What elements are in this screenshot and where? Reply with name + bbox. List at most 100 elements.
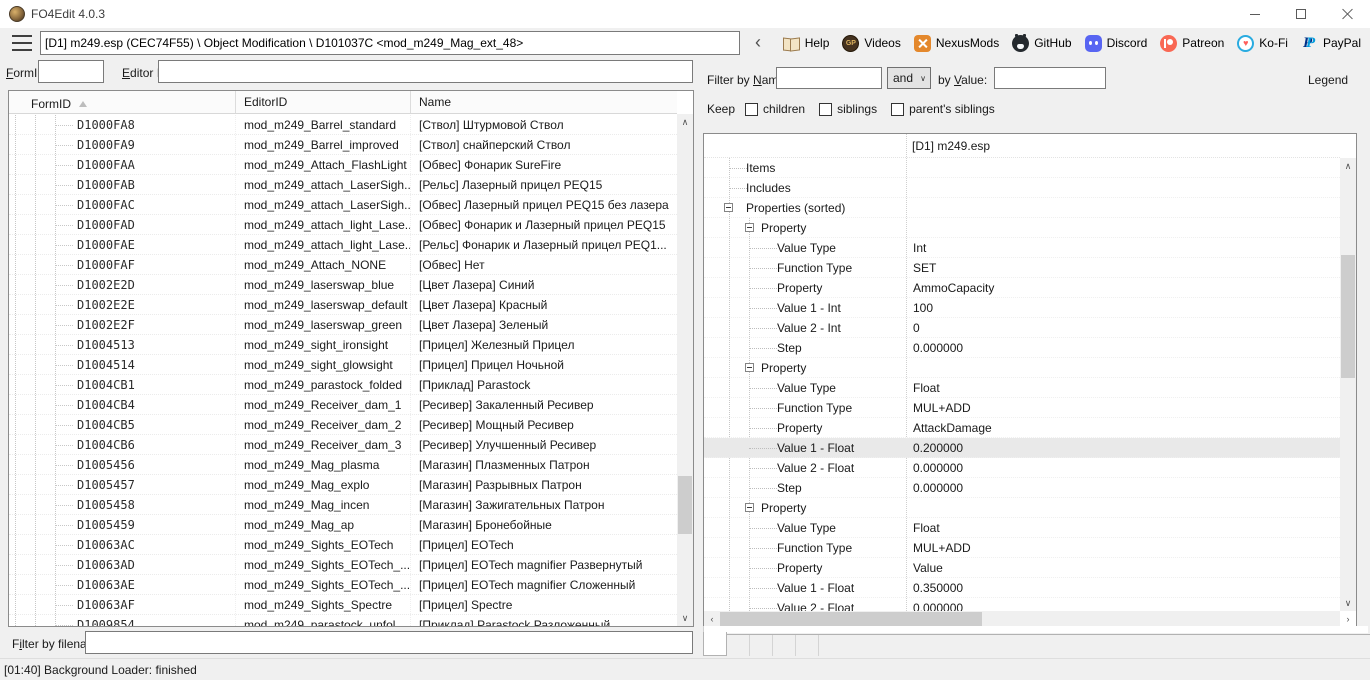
[Рельс] Фонарик и Лазерный прицел PEQ1...[interactable]: D1000FAE mod_m249_attach_light_Lase... [… <box>9 235 677 255</box>
kofi-link[interactable]: Ko-Fi <box>1237 35 1288 52</box>
tree-row[interactable]: PropertyValue <box>704 558 1340 578</box>
tree-row[interactable]: Value 1 - Int100 <box>704 298 1340 318</box>
tree-vertical-scrollbar[interactable]: ∧ ∨ <box>1340 158 1356 611</box>
tree-row[interactable]: Value 2 - Float0.000000 <box>704 458 1340 478</box>
tab[interactable] <box>750 635 773 656</box>
tree-row[interactable]: Value TypeFloat <box>704 378 1340 398</box>
[Приклад] Parastock Разложенный[interactable]: D1009854 mod_m249_parastock_unfol... [Пр… <box>9 615 677 626</box>
tab[interactable] <box>796 635 819 656</box>
[Прицел] Spectre[interactable]: D10063AF mod_m249_Sights_Spectre [Прицел… <box>9 595 677 615</box>
scrollbar-thumb[interactable] <box>720 612 982 626</box>
tree-row[interactable]: Value 2 - Int0 <box>704 318 1340 338</box>
[Ресивер] Улучшенный Ресивер[interactable]: D1004CB6 mod_m249_Receiver_dam_3 [Ресиве… <box>9 435 677 455</box>
[Прицел] EOTech[interactable]: D10063AC mod_m249_Sights_EOTech [Прицел]… <box>9 535 677 555</box>
[Магазин] Разрывных Патрон[interactable]: D1005457 mod_m249_Mag_explo [Магазин] Ра… <box>9 475 677 495</box>
tree-row[interactable]: Property <box>704 218 1340 238</box>
scroll-right-icon[interactable]: › <box>1340 611 1356 627</box>
collapse-toggle-icon[interactable] <box>724 203 733 212</box>
[Обвес] Лазерный прицел PEQ15 без лазера[interactable]: D1000FAC mod_m249_attach_LaserSigh... [О… <box>9 195 677 215</box>
close-button[interactable] <box>1324 0 1370 28</box>
github-link[interactable]: GitHub <box>1012 35 1071 52</box>
formid-input[interactable] <box>38 60 104 83</box>
breadcrumb[interactable] <box>40 31 740 55</box>
tree-row[interactable]: Items <box>704 158 1340 178</box>
tree-row[interactable]: Value TypeInt <box>704 238 1340 258</box>
tree-row[interactable]: Includes <box>704 178 1340 198</box>
collapse-toggle-icon[interactable] <box>745 223 754 232</box>
editorid-input[interactable] <box>158 60 693 83</box>
[Прицел] EOTech magnifier Сложенный[interactable]: D10063AE mod_m249_Sights_EOTech_... [При… <box>9 575 677 595</box>
nexusmods-link[interactable]: NexusMods <box>914 35 999 52</box>
[Цвет Лазера] Зеленый[interactable]: D1002E2F mod_m249_laserswap_green [Цвет … <box>9 315 677 335</box>
tree-row[interactable]: Property <box>704 498 1340 518</box>
table-vertical-scrollbar[interactable]: ∧ ∨ <box>677 114 693 626</box>
scroll-down-icon[interactable]: ∨ <box>1340 595 1356 611</box>
tree-horizontal-scrollbar[interactable]: ‹ › <box>704 611 1340 627</box>
scrollbar-thumb[interactable] <box>1341 255 1355 378</box>
[Прицел] EOTech magnifier Развернутый[interactable]: D10063AD mod_m249_Sights_EOTech_... [При… <box>9 555 677 575</box>
tree-row[interactable]: PropertyAttackDamage <box>704 418 1340 438</box>
[Магазин] Зажигательных Патрон[interactable]: D1005458 mod_m249_Mag_incen [Магазин] За… <box>9 495 677 515</box>
[Ресивер] Закаленный Ресивер[interactable]: D1004CB4 mod_m249_Receiver_dam_1 [Ресиве… <box>9 395 677 415</box>
filter-by-value-input[interactable] <box>994 67 1106 89</box>
maximize-button[interactable] <box>1278 0 1324 28</box>
tree-row[interactable]: Value TypeFloat <box>704 518 1340 538</box>
help-link[interactable]: Help <box>783 35 830 52</box>
[Ствол] снайперский Ствол[interactable]: D1000FA9 mod_m249_Barrel_improved [Ствол… <box>9 135 677 155</box>
tree-row[interactable]: Step0.000000 <box>704 478 1340 498</box>
scroll-down-icon[interactable]: ∨ <box>677 610 693 626</box>
tree-column-header[interactable]: [D1] m249.esp <box>704 134 1340 158</box>
tree-row[interactable]: Function TypeMUL+ADD <box>704 398 1340 418</box>
[Обвес] Нет[interactable]: D1000FAF mod_m249_Attach_NONE [Обвес] Не… <box>9 255 677 275</box>
legend-link[interactable]: Legend <box>1308 73 1348 87</box>
[Ствол] Штурмовой Ствол[interactable]: D1000FA8 mod_m249_Barrel_standard [Ствол… <box>9 115 677 135</box>
collapse-toggle-icon[interactable] <box>745 363 754 372</box>
filter-by-name-input[interactable] <box>776 67 882 89</box>
column-header-name[interactable]: Name <box>410 91 677 113</box>
tree-row[interactable]: Function TypeSET <box>704 258 1340 278</box>
[Рельс] Лазерный прицел PEQ15[interactable]: D1000FAB mod_m249_attach_LaserSigh... [Р… <box>9 175 677 195</box>
checkbox-icon[interactable] <box>891 103 904 116</box>
[Цвет Лазера] Красный[interactable]: D1002E2E mod_m249_laserswap_default [Цве… <box>9 295 677 315</box>
tree-row[interactable]: Function TypeMUL+ADD <box>704 538 1340 558</box>
scroll-left-icon[interactable]: ‹ <box>704 611 720 627</box>
tree-row[interactable]: Value 2 - Float0.000000 <box>704 598 1340 611</box>
filter-operator-select[interactable]: and ∨ <box>887 67 931 89</box>
discord-link[interactable]: Discord <box>1085 35 1148 52</box>
patreon-link[interactable]: Patreon <box>1160 35 1224 52</box>
tree-row[interactable]: Value 1 - Float0.200000 <box>704 438 1340 458</box>
videos-link[interactable]: Videos <box>842 35 900 52</box>
scroll-up-icon[interactable]: ∧ <box>677 114 693 130</box>
checkbox-icon[interactable] <box>819 103 832 116</box>
keep-checkbox[interactable]: children <box>745 102 805 116</box>
scrollbar-thumb[interactable] <box>678 476 692 534</box>
tree-row[interactable]: Property <box>704 358 1340 378</box>
[Приклад] Parastock[interactable]: D1004CB1 mod_m249_parastock_folded [Прик… <box>9 375 677 395</box>
tree-row[interactable]: Step0.000000 <box>704 338 1340 358</box>
checkbox-icon[interactable] <box>745 103 758 116</box>
[Обвес] Фонарик и Лазерный прицел PEQ15[interactable]: D1000FAD mod_m249_attach_light_Lase... [… <box>9 215 677 235</box>
tab[interactable] <box>703 632 727 656</box>
[Ресивер] Мощный Ресивер[interactable]: D1004CB5 mod_m249_Receiver_dam_2 [Ресиве… <box>9 415 677 435</box>
tree-row[interactable]: Properties (sorted) <box>704 198 1340 218</box>
tree-row[interactable]: Value 1 - Float0.350000 <box>704 578 1340 598</box>
back-button[interactable]: ‹ <box>747 31 769 55</box>
column-header-editorid[interactable]: EditorID <box>235 91 410 113</box>
[Магазин] Бронебойные[interactable]: D1005459 mod_m249_Mag_ap [Магазин] Броне… <box>9 515 677 535</box>
keep-checkbox[interactable]: parent's siblings <box>891 102 995 116</box>
[Магазин] Плазменных Патрон[interactable]: D1005456 mod_m249_Mag_plasma [Магазин] П… <box>9 455 677 475</box>
tree-row[interactable]: PropertyAmmoCapacity <box>704 278 1340 298</box>
keep-checkbox[interactable]: siblings <box>819 102 877 116</box>
[Прицел] Железный Прицел[interactable]: D1004513 mod_m249_sight_ironsight [Прице… <box>9 335 677 355</box>
[Обвес] Фонарик SureFire[interactable]: D1000FAA mod_m249_Attach_FlashLight [Обв… <box>9 155 677 175</box>
scroll-up-icon[interactable]: ∧ <box>1340 158 1356 174</box>
paypal-link[interactable]: PayPal <box>1301 35 1361 52</box>
column-header-formid[interactable]: FormID <box>9 91 235 113</box>
filter-by-filename-input[interactable] <box>85 631 693 654</box>
minimize-button[interactable] <box>1232 0 1278 28</box>
tab[interactable] <box>727 635 750 656</box>
collapse-toggle-icon[interactable] <box>745 503 754 512</box>
[Прицел] Прицел Ночьной[interactable]: D1004514 mod_m249_sight_glowsight [Прице… <box>9 355 677 375</box>
main-menu-button[interactable] <box>12 35 32 51</box>
tab[interactable] <box>773 635 796 656</box>
